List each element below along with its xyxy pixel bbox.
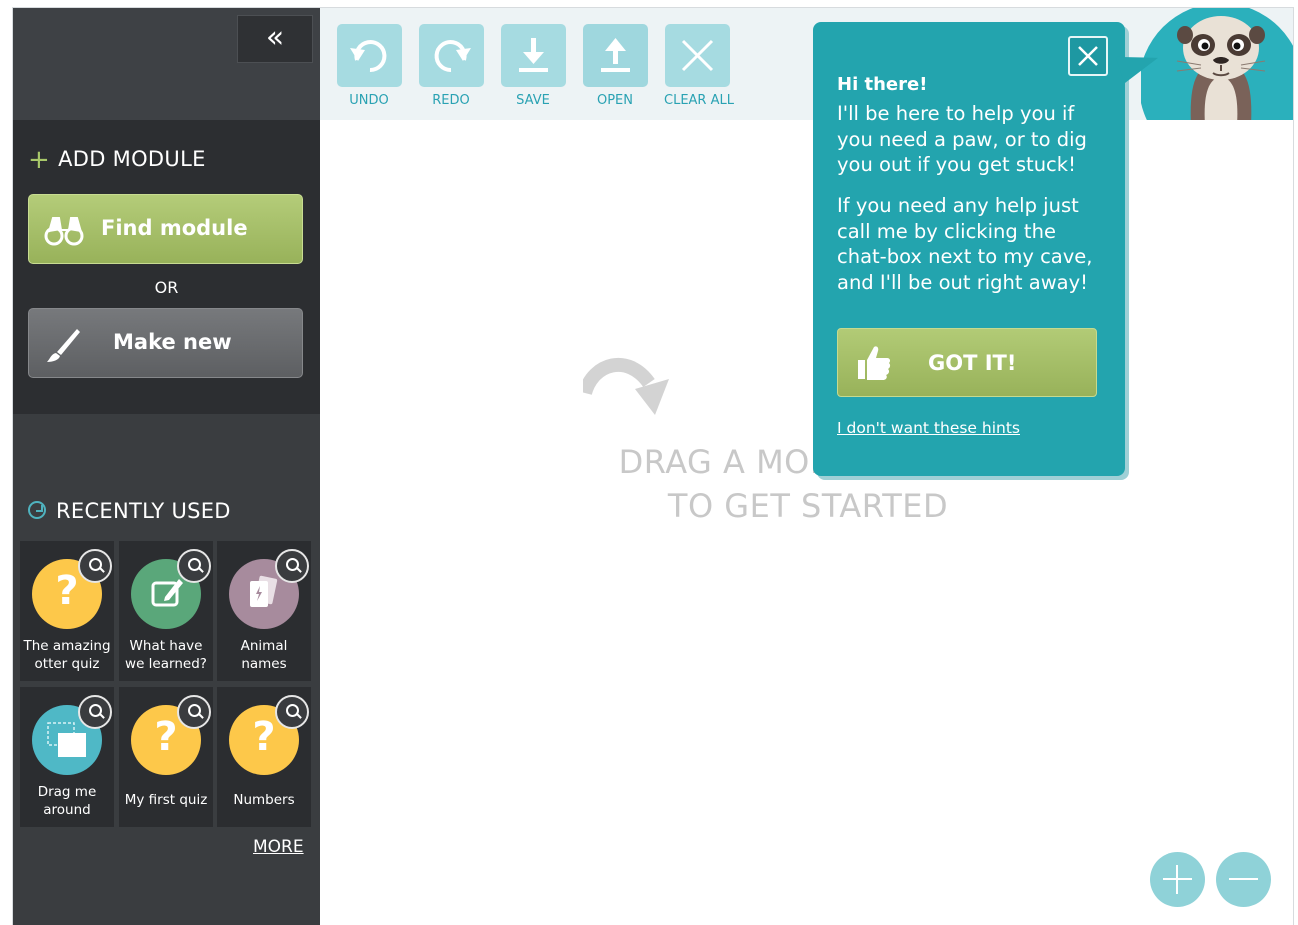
make-new-button[interactable]: Make new	[28, 308, 303, 378]
close-icon	[681, 39, 713, 72]
upload-icon	[600, 38, 630, 72]
download-icon	[518, 38, 548, 72]
got-it-label: GOT IT!	[928, 351, 1017, 375]
undo-icon	[349, 40, 386, 73]
module-name: Drag me around	[37, 784, 97, 818]
recent-module-tile[interactable]: What have we learned?	[119, 541, 213, 681]
hint-paragraph: I'll be here to help you if you need a p…	[837, 102, 1087, 176]
got-it-button[interactable]: GOT IT!	[837, 328, 1097, 397]
preview-magnifier-icon[interactable]	[275, 695, 309, 729]
sidebar: « + ADD MODULE Find module OR Make new RE…	[13, 8, 320, 925]
preview-magnifier-icon[interactable]	[177, 549, 211, 583]
or-separator: OR	[154, 278, 179, 297]
app-frame: « + ADD MODULE Find module OR Make new RE…	[12, 7, 1294, 925]
recent-module-tile[interactable]: Animal names	[217, 541, 311, 681]
clear-all-button[interactable]: CLEAR ALL	[664, 24, 734, 108]
thumbs-up-icon	[858, 346, 891, 380]
module-name: My first quiz	[124, 792, 208, 808]
collapse-sidebar-button[interactable]: «	[237, 15, 313, 63]
open-button[interactable]: OPEN	[582, 24, 648, 108]
hint-paragraph: If you need any help just call me by cli…	[837, 194, 1093, 294]
preview-magnifier-icon[interactable]	[275, 549, 309, 583]
preview-magnifier-icon[interactable]	[78, 695, 112, 729]
redo-icon	[434, 40, 471, 73]
preview-magnifier-icon[interactable]	[177, 695, 211, 729]
close-icon	[1078, 46, 1098, 66]
recent-module-tile[interactable]: ? The amazing otter quiz	[20, 541, 114, 681]
make-new-label: Make new	[113, 330, 232, 354]
module-name: Animal names	[240, 638, 288, 672]
binoculars-icon	[44, 217, 84, 246]
find-module-button[interactable]: Find module	[28, 194, 303, 264]
paintbrush-icon	[47, 329, 80, 362]
sidebar-header: «	[13, 8, 320, 120]
find-module-label: Find module	[101, 216, 248, 240]
zoom-out-button[interactable]	[1216, 852, 1271, 907]
hint-title: Hi there!	[837, 74, 928, 95]
more-link[interactable]: MORE	[253, 837, 304, 857]
add-module-heading: + ADD MODULE	[28, 145, 206, 175]
zoom-in-button[interactable]	[1150, 852, 1205, 907]
recent-module-tile[interactable]: ? Numbers	[217, 687, 311, 827]
recently-used-heading: RECENTLY USED	[28, 499, 231, 523]
close-hint-button[interactable]	[1068, 36, 1108, 76]
undo-button[interactable]: UNDO	[336, 24, 402, 108]
recent-module-tile[interactable]: ? My first quiz	[119, 687, 213, 827]
hint-popup: Hi there! I'll be here to help you if yo…	[813, 22, 1163, 476]
module-name: What have we learned?	[125, 638, 207, 672]
module-name: The amazing otter quiz	[23, 638, 111, 672]
preview-magnifier-icon[interactable]	[78, 549, 112, 583]
module-name: Numbers	[233, 792, 295, 808]
recent-module-tile[interactable]: Drag me around	[20, 687, 114, 827]
plus-icon: +	[28, 145, 51, 175]
redo-button[interactable]: REDO	[418, 24, 484, 108]
disable-hints-link[interactable]: I don't want these hints	[837, 419, 1020, 437]
curved-arrow-icon	[583, 358, 669, 415]
clock-icon	[28, 501, 46, 519]
save-button[interactable]: SAVE	[500, 24, 566, 108]
meerkat-mascot[interactable]	[1141, 8, 1293, 120]
